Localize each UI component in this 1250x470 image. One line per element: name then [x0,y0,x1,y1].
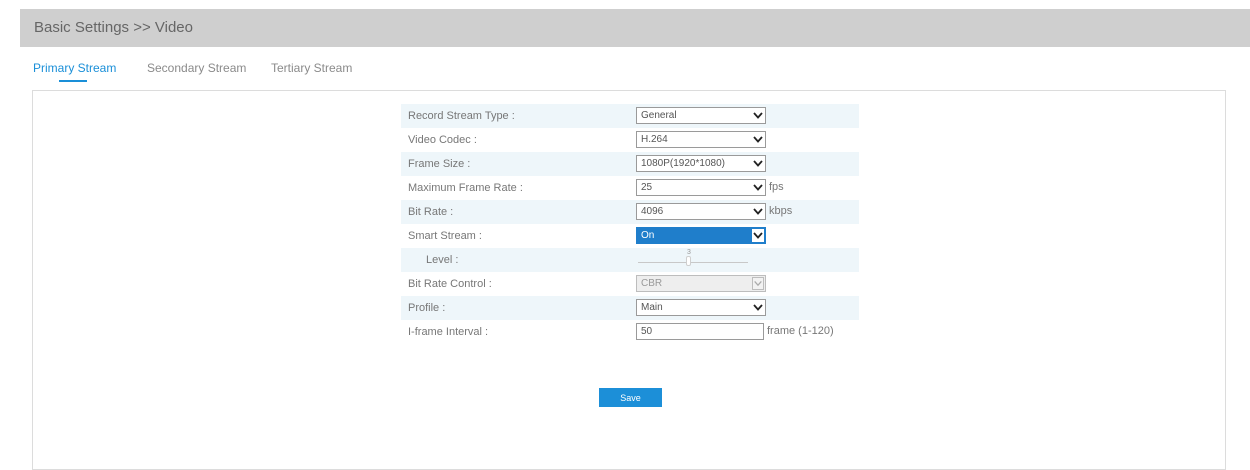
breadcrumb-bar: Basic Settings >> Video [20,9,1250,47]
chevron-down-icon [753,112,763,119]
row-max-frame-rate: Maximum Frame Rate : 25 fps [401,176,859,200]
level-slider-track[interactable] [638,262,748,263]
breadcrumb: Basic Settings >> Video [34,19,193,36]
smart-stream-select[interactable]: On [636,227,766,244]
bit-rate-select[interactable]: 4096 [636,203,766,220]
kbps-unit: kbps [769,205,793,217]
iframe-interval-input[interactable]: 50 [636,323,764,340]
level-slider-handle[interactable] [686,256,691,266]
bit-rate-label: Bit Rate : [408,206,454,218]
max-frame-rate-value: 25 [641,182,653,193]
bit-rate-control-select[interactable]: CBR [636,275,766,292]
row-iframe-interval: I-frame Interval : 50 frame (1-120) [401,320,859,344]
frame-size-value: 1080P(1920*1080) [641,158,725,169]
max-frame-rate-label: Maximum Frame Rate : [408,182,523,194]
level-slider-value: 3 [687,249,691,256]
chevron-down-icon [752,277,764,290]
chevron-down-icon [753,184,763,191]
chevron-down-icon [753,208,763,215]
video-codec-value: H.264 [641,134,668,145]
row-record-stream-type: Record Stream Type : General [401,104,859,128]
smart-stream-value: On [641,230,655,241]
profile-label: Profile : [408,302,446,314]
row-level: Level : 3 [401,248,859,272]
record-stream-type-label: Record Stream Type : [408,110,515,122]
level-label: Level : [426,254,459,266]
smart-stream-label: Smart Stream : [408,230,482,242]
chevron-down-icon [752,229,764,242]
row-video-codec: Video Codec : H.264 [401,128,859,152]
profile-value: Main [641,302,663,313]
row-profile: Profile : Main [401,296,859,320]
record-stream-type-value: General [641,110,677,121]
active-tab-indicator [59,80,87,82]
save-button[interactable]: Save [599,388,662,407]
iframe-interval-unit: frame (1-120) [767,325,834,337]
tab-tertiary-stream[interactable]: Tertiary Stream [271,61,352,75]
chevron-down-icon [753,304,763,311]
bit-rate-control-value: CBR [641,278,663,289]
tab-secondary-stream[interactable]: Secondary Stream [147,61,246,75]
fps-unit: fps [769,181,784,193]
row-bit-rate: Bit Rate : 4096 kbps [401,200,859,224]
video-codec-select[interactable]: H.264 [636,131,766,148]
profile-select[interactable]: Main [636,299,766,316]
row-smart-stream: Smart Stream : On [401,224,859,248]
iframe-interval-label: I-frame Interval : [408,326,489,338]
tab-primary-stream[interactable]: Primary Stream [33,61,116,75]
max-frame-rate-select[interactable]: 25 [636,179,766,196]
bit-rate-value: 4096 [641,206,664,217]
video-codec-label: Video Codec : [408,134,477,146]
chevron-down-icon [753,136,763,143]
frame-size-label: Frame Size : [408,158,471,170]
bit-rate-control-label: Bit Rate Control : [408,278,492,290]
frame-size-select[interactable]: 1080P(1920*1080) [636,155,766,172]
row-frame-size: Frame Size : 1080P(1920*1080) [401,152,859,176]
record-stream-type-select[interactable]: General [636,107,766,124]
row-bit-rate-control: Bit Rate Control : CBR [401,272,859,296]
chevron-down-icon [753,160,763,167]
